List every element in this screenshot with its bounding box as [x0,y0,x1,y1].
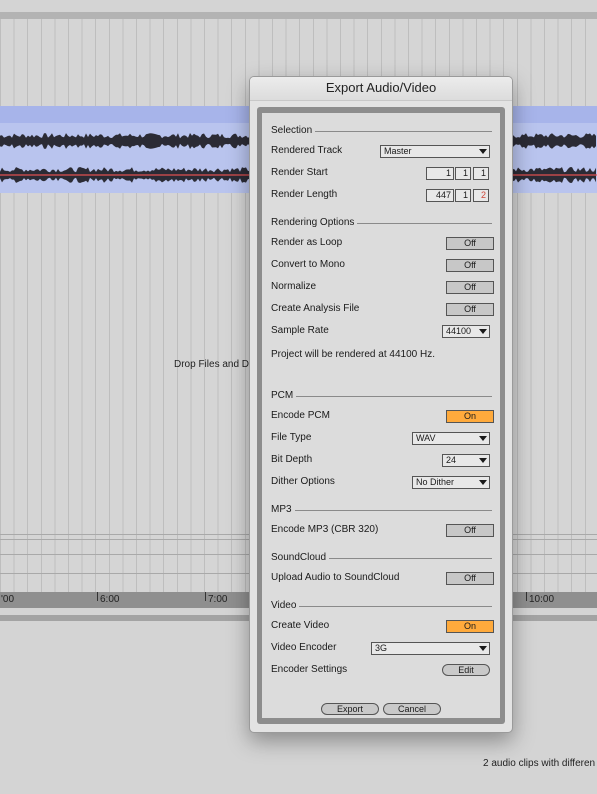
render-start-bars[interactable]: 1 [426,167,454,180]
status-bar-text: 2 audio clips with differen [483,758,596,769]
section-mp3: MP3 [271,504,492,516]
create-analysis-file-toggle[interactable]: Off [446,303,494,316]
video-encoder-label: Video Encoder [271,642,337,653]
encode-pcm-toggle[interactable]: On [446,410,494,423]
section-rendering-options: Rendering Options [271,217,492,229]
file-type-value: WAV [416,433,436,443]
bit-depth-dropdown[interactable]: 24 [442,454,490,467]
render-length-label: Render Length [271,189,338,200]
dialog-frame: Selection Rendered Track Master Render S… [257,107,505,724]
file-type-dropdown[interactable]: WAV [412,432,490,445]
encoder-settings-edit-button[interactable]: Edit [442,664,490,676]
render-start-beats[interactable]: 1 [455,167,471,180]
bit-depth-label: Bit Depth [271,454,313,465]
bit-depth-value: 24 [446,455,457,465]
timeline-tick: 10:00 [526,592,554,605]
chevron-down-icon [479,436,487,441]
section-video-label: Video [271,600,300,611]
normalize-toggle[interactable]: Off [446,281,494,294]
timeline-tick: '00 [1,594,15,605]
drop-files-hint: Drop Files and De [174,359,255,370]
create-video-toggle[interactable]: On [446,620,494,633]
encoder-settings-label: Encoder Settings [271,664,348,675]
dither-options-dropdown[interactable]: No Dither [412,476,490,489]
section-pcm-label: PCM [271,390,297,401]
rendered-track-label: Rendered Track [271,145,343,156]
cancel-button[interactable]: Cancel [383,703,441,715]
file-type-label: File Type [271,432,312,443]
section-selection-label: Selection [271,125,316,136]
export-button[interactable]: Export [321,703,379,715]
sample-rate-label: Sample Rate [271,325,329,336]
normalize-label: Normalize [271,281,317,292]
convert-to-mono-toggle[interactable]: Off [446,259,494,272]
convert-to-mono-label: Convert to Mono [271,259,345,270]
dither-options-label: Dither Options [271,476,335,487]
section-selection: Selection [271,125,492,137]
create-video-label: Create Video [271,620,330,631]
encode-mp3-label: Encode MP3 (CBR 320) [271,524,379,535]
rendered-track-dropdown[interactable]: Master [380,145,490,158]
sample-rate-note: Project will be rendered at 44100 Hz. [271,349,435,360]
upload-soundcloud-label: Upload Audio to SoundCloud [271,572,400,583]
dither-options-value: No Dither [416,477,455,487]
video-encoder-value: 3G [375,643,388,653]
section-soundcloud-label: SoundCloud [271,552,330,563]
render-as-loop-label: Render as Loop [271,237,343,248]
encode-pcm-label: Encode PCM [271,410,330,421]
chevron-down-icon [479,646,487,651]
render-start-sixteenths[interactable]: 1 [473,167,489,180]
chevron-down-icon [479,480,487,485]
sample-rate-dropdown[interactable]: 44100 [442,325,490,338]
export-dialog: Export Audio/Video Selection Rendered Tr… [249,76,513,733]
rendered-track-value: Master [384,146,412,156]
track-header-strip [0,12,597,19]
section-mp3-label: MP3 [271,504,295,515]
chevron-down-icon [479,329,487,334]
timeline-tick: 7:00 [205,592,227,605]
upload-soundcloud-toggle[interactable]: Off [446,572,494,585]
section-soundcloud: SoundCloud [271,552,492,564]
section-rendering-options-label: Rendering Options [271,217,358,228]
render-length-bars[interactable]: 447 [426,189,454,202]
section-video: Video [271,600,492,612]
dialog-title: Export Audio/Video [250,77,512,101]
encode-mp3-toggle[interactable]: Off [446,524,494,537]
render-as-loop-toggle[interactable]: Off [446,237,494,250]
render-length-beats[interactable]: 1 [455,189,471,202]
sample-rate-value: 44100 [446,326,472,336]
chevron-down-icon [479,149,487,154]
render-length-sixteenths[interactable]: 2 [473,189,489,202]
create-analysis-file-label: Create Analysis File [271,303,360,314]
video-encoder-dropdown[interactable]: 3G [371,642,490,655]
timeline-tick: 6:00 [97,592,119,605]
chevron-down-icon [479,458,487,463]
dialog-panel: Selection Rendered Track Master Render S… [262,113,500,718]
section-pcm: PCM [271,390,492,402]
render-start-label: Render Start [271,167,328,178]
